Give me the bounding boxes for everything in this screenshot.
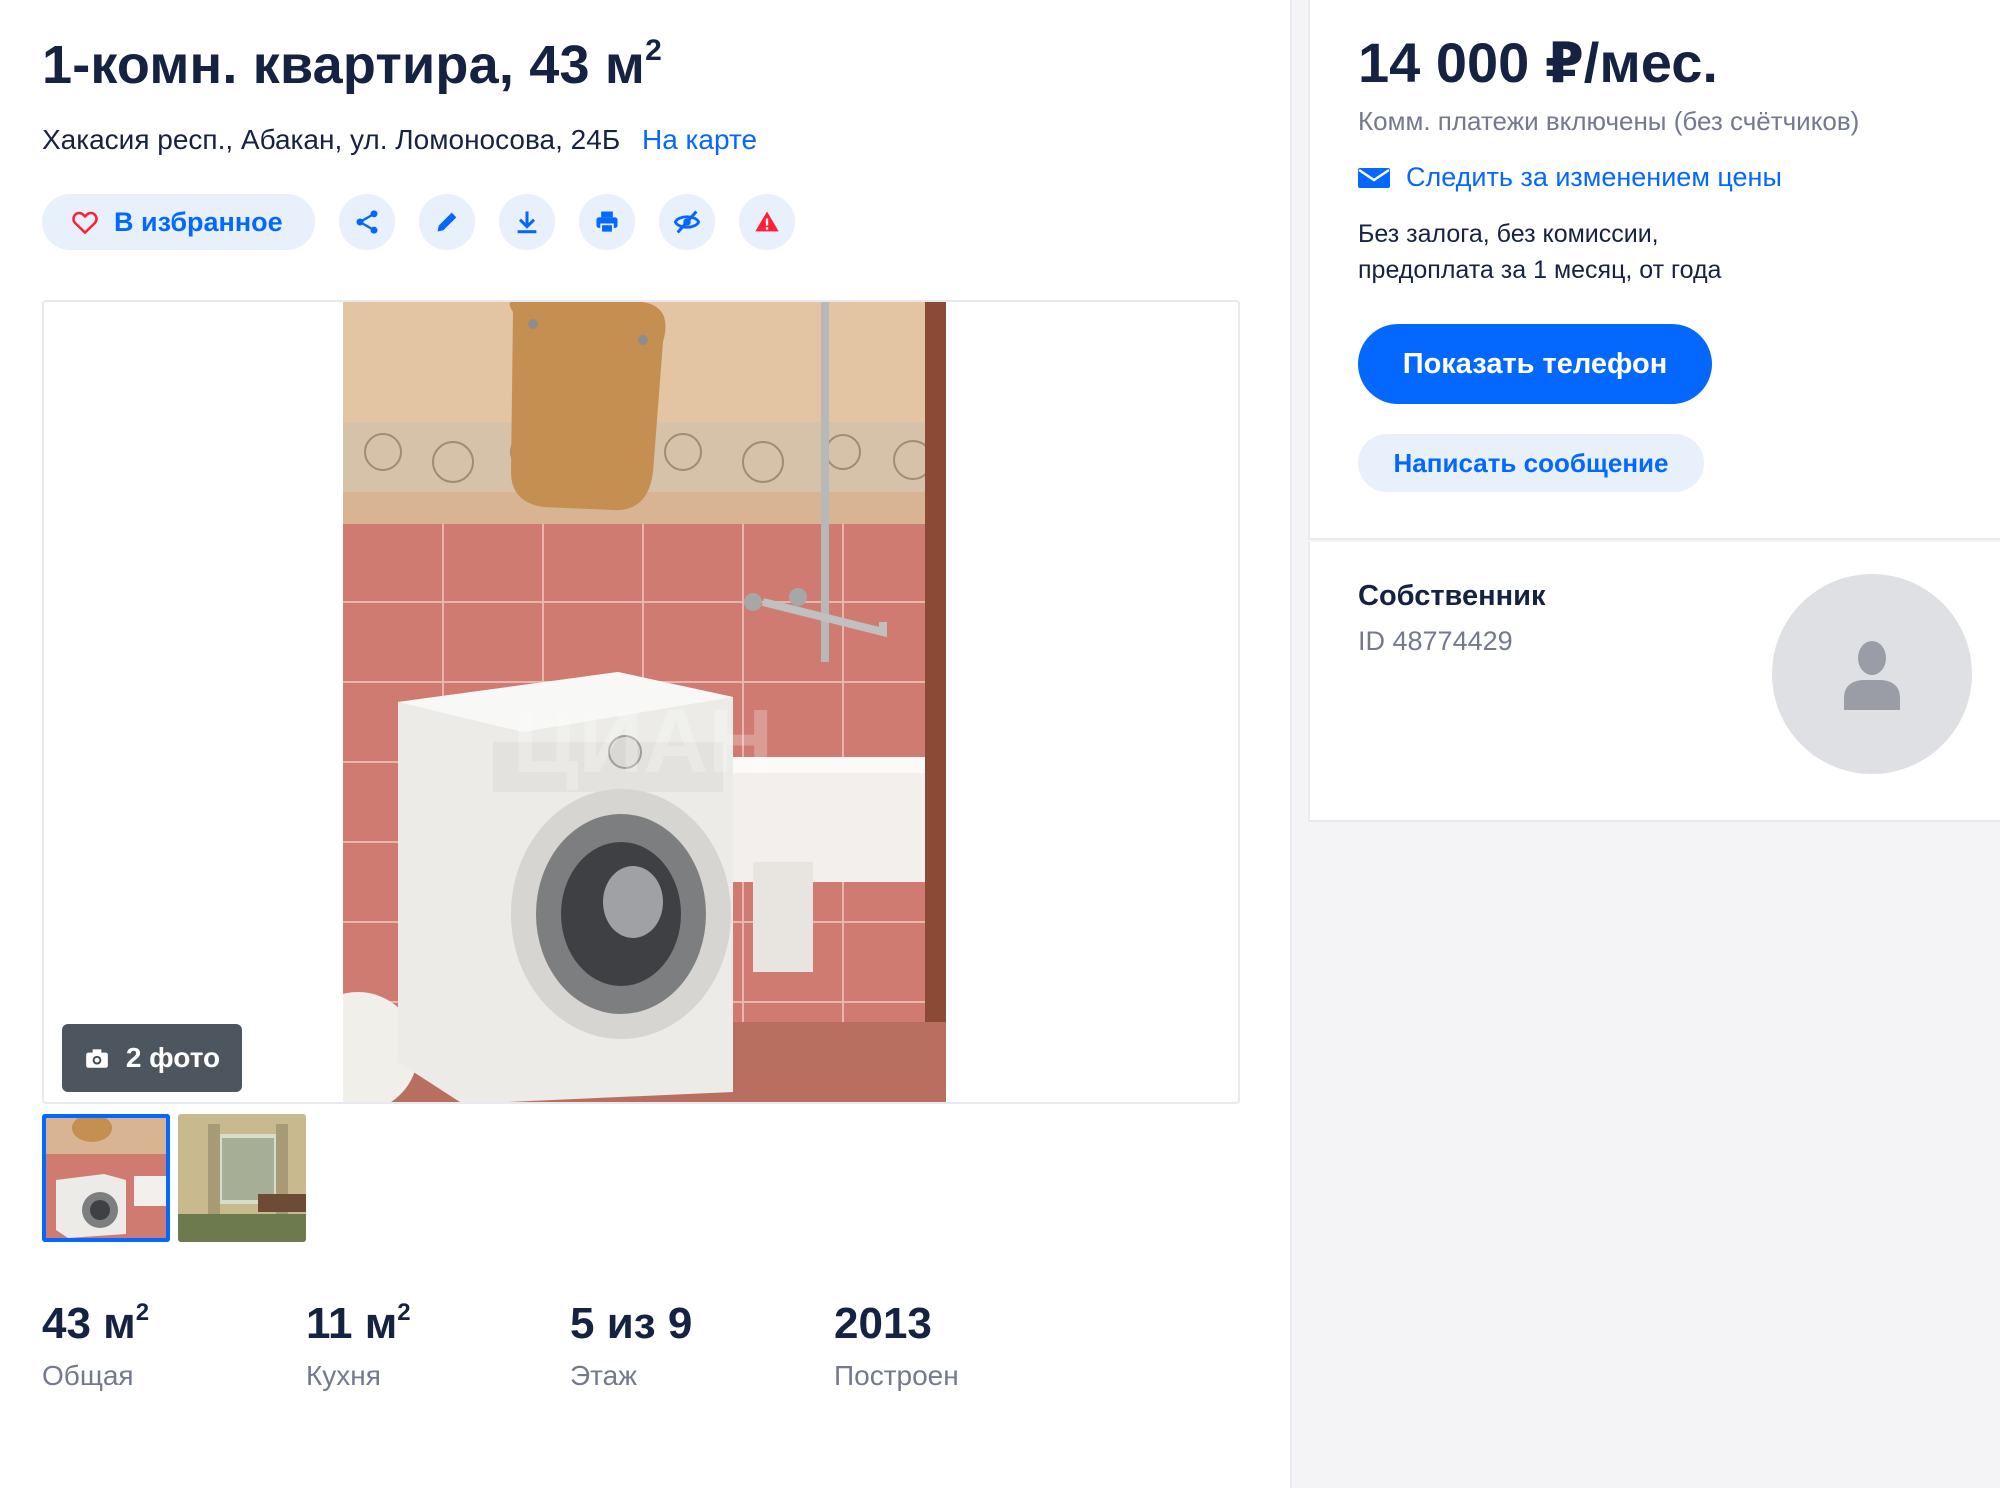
owner-title: Собственник [1358,580,1546,612]
owner-card: Собственник ID 48774429 [1308,542,2000,822]
favorite-button[interactable]: В избранное [42,194,315,250]
fact-floor: 5 из 9 Этаж [570,1299,693,1392]
thumbnail-strip [42,1114,306,1242]
owner-id: ID 48774429 [1358,626,1513,656]
address: Хакасия респ., Абакан, ул. Ломоносова, 2… [42,124,621,155]
photo-count-button[interactable]: 2 фото [62,1024,242,1092]
fact-built-year: 2013 Построен [834,1299,959,1392]
follow-price-label: Следить за изменением цены [1406,162,1782,192]
hide-icon [673,210,700,234]
thumbnail-room[interactable] [178,1114,306,1242]
bathroom-photo: ЦИАН [343,302,946,1102]
map-link[interactable]: На карте [642,124,757,155]
fact-total-area: 43 м2 Общая [42,1299,150,1392]
download-button[interactable] [498,194,555,250]
photo-gallery[interactable]: ЦИАН 2 фото [42,300,1240,1104]
pencil-icon [437,212,457,232]
share-icon [356,210,378,234]
listing-main: 1-комн. квартира, 43 м2 Хакасия респ., А… [0,0,1290,1488]
user-icon [1844,641,1900,710]
share-button[interactable] [338,194,395,250]
warning-icon [755,211,779,232]
print-icon [596,211,618,234]
thumbnail-bathroom[interactable] [42,1114,170,1242]
heart-icon [72,211,98,235]
page-title: 1-комн. квартира, 43 м2 [42,34,662,95]
photo-count-label: 2 фото [125,1042,221,1073]
action-bar: В избранное [42,194,795,250]
address-row: Хакасия респ., Абакан, ул. Ломоносова, 2… [42,124,757,156]
envelope-icon [1358,167,1390,188]
report-button[interactable] [738,194,795,250]
avatar[interactable] [1772,574,1972,774]
utilities-note: Комм. платежи включены (без счётчиков) [1358,106,1860,136]
print-button[interactable] [578,194,635,250]
favorite-label: В избранное [114,206,283,237]
svg-text:ЦИАН: ЦИАН [513,692,773,792]
price: 14 000 ₽/мес. [1358,31,1718,94]
facts-row: 43 м2 Общая 11 м2 Кухня 5 из 9 Этаж 2013… [42,1299,1098,1392]
fact-kitchen-area: 11 м2 Кухня [306,1299,411,1392]
edit-button[interactable] [418,194,475,250]
price-card: 14 000 ₽/мес. Комм. платежи включены (бе… [1308,0,2000,540]
write-message-button[interactable]: Написать сообщение [1358,434,1704,492]
hide-button[interactable] [658,194,715,250]
main-photo[interactable]: ЦИАН [343,302,946,1102]
follow-price-link[interactable]: Следить за изменением цены [1358,162,1782,193]
rental-terms: Без залога, без комиссии, предоплата за … [1358,220,1722,284]
download-icon [517,211,537,234]
show-phone-button[interactable]: Показать телефон [1358,324,1712,404]
camera-icon [85,1049,108,1068]
